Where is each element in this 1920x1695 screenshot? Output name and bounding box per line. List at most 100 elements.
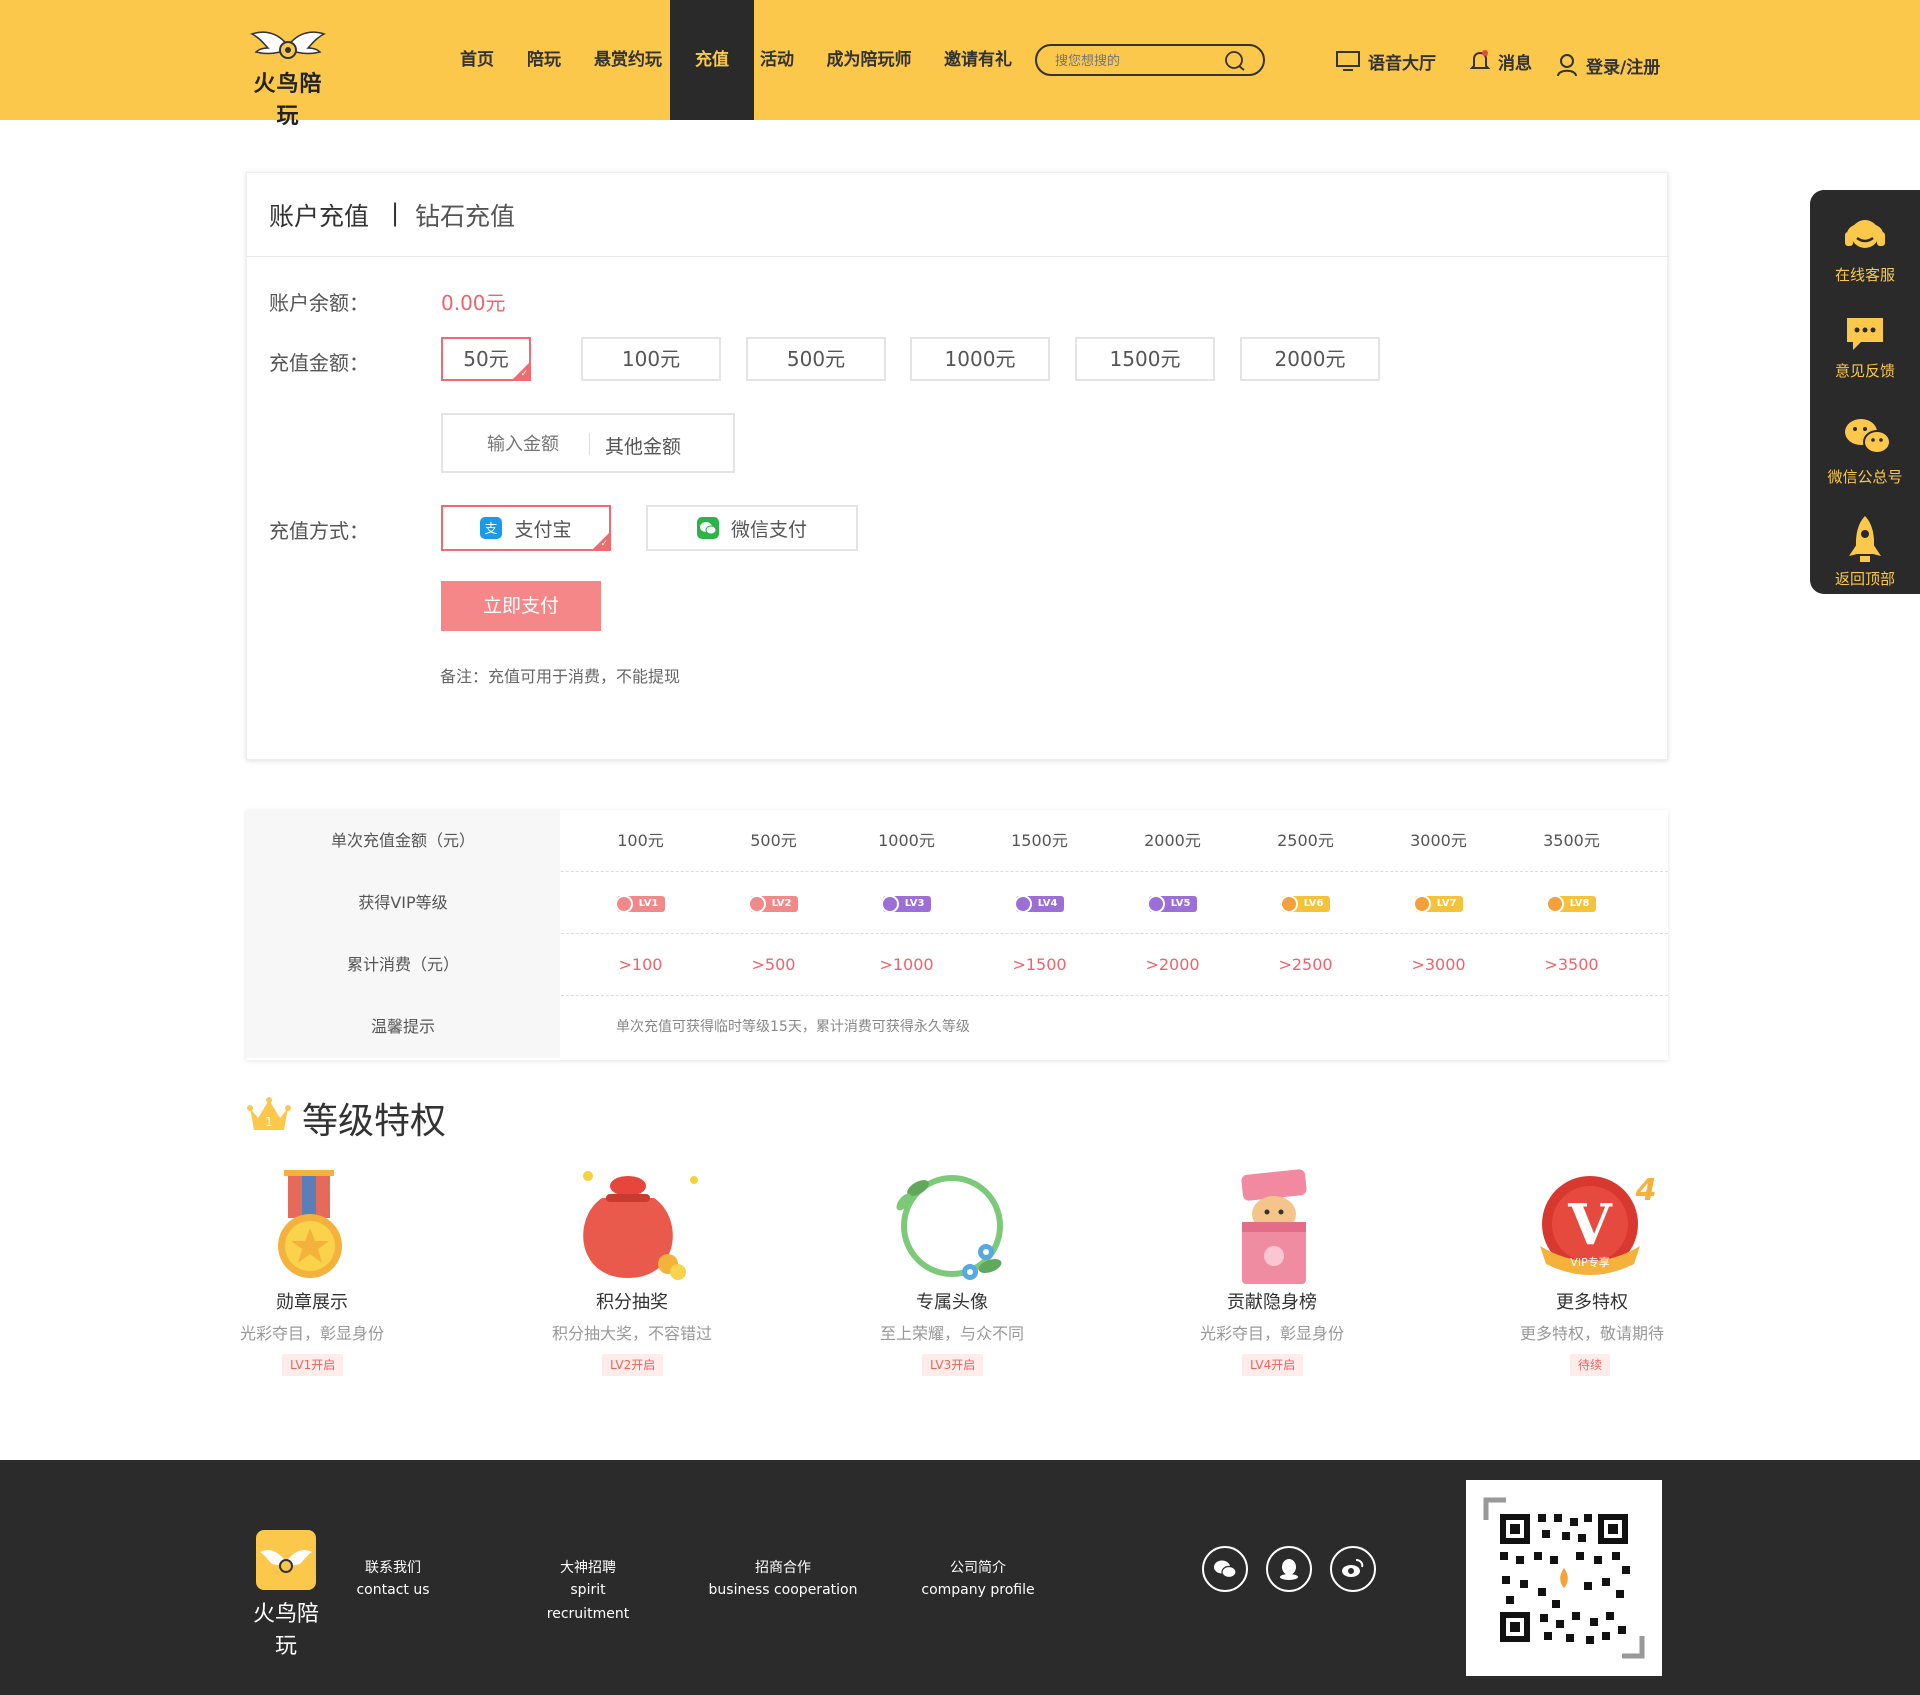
svg-text:V: V — [1567, 1192, 1613, 1258]
footer-link-recruitment[interactable]: 大神招聘 spirit recruitment — [528, 1558, 648, 1626]
search-icon[interactable] — [1223, 49, 1247, 73]
footer-link-cooperation[interactable]: 招商合作 business cooperation — [708, 1558, 858, 1602]
site-logo[interactable]: 火鸟陪玩 — [246, 20, 330, 129]
recharge-card: 账户充值 | 钻石充值 账户余额： 0.00元 充值金额： 50元 ✓ 100元… — [246, 172, 1669, 760]
nav-invite[interactable]: 邀请有礼 — [936, 0, 1020, 120]
alipay-icon: 支 — [480, 517, 503, 539]
sidebar-item-label: 意见反馈 — [1834, 362, 1895, 380]
nav-become-companion[interactable]: 成为陪玩师 — [820, 0, 918, 120]
footer-link-profile[interactable]: 公司简介 company profile — [918, 1558, 1038, 1602]
level-badge-label: LV3 — [904, 897, 925, 909]
check-icon: ✓ — [600, 539, 608, 549]
wechat-icon — [1845, 419, 1891, 454]
search-input[interactable] — [1055, 51, 1215, 71]
row-header: 温馨提示 — [246, 996, 560, 1058]
headset-icon — [1845, 220, 1885, 248]
nav-home[interactable]: 首页 — [452, 0, 502, 120]
amount-option-500[interactable]: 500元 — [746, 337, 886, 381]
privilege-name: 专属头像 — [916, 1292, 988, 1313]
card-subtitle: 钻石充值 — [415, 202, 516, 231]
level-cell: LV6 — [1239, 872, 1372, 934]
privilege-desc: 更多特权，敬请期待 — [1519, 1324, 1664, 1343]
footer-link-zh: 联系我们 — [365, 1560, 421, 1576]
amount-option-2000[interactable]: 2000元 — [1240, 337, 1380, 381]
level-cell: LV8 — [1505, 872, 1638, 934]
alipay-option[interactable]: 支 支付宝 ✓ — [441, 505, 611, 551]
footer-link-en: contact us — [356, 1582, 430, 1598]
level-cell: LV7 — [1372, 872, 1505, 934]
custom-amount-label: 其他金额 — [605, 436, 682, 458]
level-cell: LV1 — [574, 872, 707, 934]
level-badge-label: LV2 — [771, 897, 792, 909]
privileges-title: 等级特权 — [302, 1101, 447, 1142]
wechat-icon — [1214, 1560, 1237, 1579]
sidebar-item-customer-service[interactable]: 在线客服 — [1810, 200, 1920, 296]
cumulative-cell: >3500 — [1544, 955, 1599, 974]
crown-icon: 1 — [247, 1097, 291, 1130]
qr-code-panel — [1466, 1480, 1662, 1676]
amount-cell: 2000元 — [1144, 831, 1201, 850]
level-badge-icon: LV4 — [1013, 894, 1064, 913]
amount-option-label: 100元 — [621, 347, 681, 371]
balance-label: 账户余额： — [269, 291, 369, 315]
footer-link-zh: 招商合作 — [755, 1560, 811, 1576]
table-row: 获得VIP等级 LV1 LV2 LV3 LV4 LV5 LV6 LV7 LV8 — [246, 872, 1668, 934]
voice-hall-label: 语音大厅 — [1368, 53, 1436, 74]
privilege-desc: 光彩夺目，彰显身份 — [1199, 1324, 1344, 1343]
avatar-frame-icon — [896, 1175, 1003, 1280]
card-header: 账户充值 | 钻石充值 — [247, 173, 1669, 257]
level-badge-label: LV6 — [1303, 897, 1324, 909]
vip-badge-text: VIP专享 — [1570, 1255, 1609, 1269]
amount-option-100[interactable]: 100元 — [581, 337, 721, 381]
medal-icon — [278, 1170, 342, 1278]
search-box[interactable] — [1035, 44, 1265, 76]
login-label: 登录/注册 — [1586, 57, 1661, 78]
level-cell: LV5 — [1106, 872, 1239, 934]
svg-text:1: 1 — [265, 1115, 273, 1129]
custom-amount-box[interactable]: 其他金额 — [441, 413, 735, 473]
messages-link[interactable]: 消息 — [1470, 48, 1532, 74]
sidebar-item-back-to-top[interactable]: 返回顶部 — [1810, 504, 1920, 600]
sidebar-item-feedback[interactable]: 意见反馈 — [1810, 296, 1920, 392]
footer-link-zh: 大神招聘 — [560, 1560, 616, 1576]
footer-link-en: spirit recruitment — [546, 1582, 630, 1622]
amount-option-1500[interactable]: 1500元 — [1075, 337, 1215, 381]
vip-level-table: 单次充值金额（元） 100元 500元 1000元 1500元 2000元 25… — [246, 810, 1668, 1060]
level-badge-icon: LV8 — [1545, 894, 1596, 913]
nav-activity[interactable]: 活动 — [754, 0, 800, 120]
nav-companion[interactable]: 陪玩 — [520, 0, 568, 120]
row-header: 单次充值金额（元） — [246, 810, 560, 872]
vip-badge-num: 4 — [1635, 1173, 1657, 1208]
privilege-tag: LV1开启 — [282, 1354, 344, 1376]
privilege-item: V VIP专享 4 更多特权 更多特权，敬请期待 待续 — [1492, 1168, 1692, 1388]
voice-hall-link[interactable]: 语音大厅 — [1336, 48, 1436, 74]
footer-logo[interactable]: 火鸟陪玩 — [246, 1530, 326, 1659]
social-wechat-button[interactable] — [1202, 1546, 1248, 1592]
nav-recharge[interactable]: 充值 — [670, 0, 754, 120]
footer-link-contact[interactable]: 联系我们 contact us — [348, 1558, 438, 1602]
pay-now-button[interactable]: 立即支付 — [441, 581, 601, 631]
sidebar-item-wechat-account[interactable]: 微信公总号 — [1810, 402, 1920, 498]
social-qq-button[interactable] — [1266, 1546, 1312, 1592]
level-badge-label: LV4 — [1037, 897, 1058, 909]
privilege-name: 更多特权 — [1556, 1292, 1628, 1313]
amount-option-1000[interactable]: 1000元 — [910, 337, 1050, 381]
table-row: 温馨提示 单次充值可获得临时等级15天，累计消费可获得永久等级 — [246, 996, 1668, 1058]
balance-value: 0.00元 — [441, 291, 506, 315]
recharge-note: 备注：充值可用于消费，不能提现 — [440, 667, 681, 686]
amount-option-50[interactable]: 50元 ✓ — [441, 337, 531, 381]
vip-badge-icon: V VIP专享 4 — [1540, 1173, 1657, 1275]
custom-amount-input[interactable] — [463, 431, 583, 457]
wechat-pay-option[interactable]: 微信支付 — [646, 505, 858, 551]
gift-box-icon — [1241, 1169, 1307, 1284]
login-link[interactable]: 登录/注册 — [1556, 52, 1660, 78]
privilege-tag: LV4开启 — [1242, 1354, 1304, 1376]
cumulative-cell: >500 — [751, 955, 796, 974]
social-weibo-button[interactable] — [1330, 1546, 1376, 1592]
cumulative-cell: >1000 — [879, 955, 934, 974]
qq-icon — [1280, 1559, 1298, 1580]
footer-logo-box — [256, 1530, 316, 1590]
amount-cell: 100元 — [617, 831, 664, 850]
user-icon — [1557, 54, 1577, 77]
nav-bounty[interactable]: 悬赏约玩 — [588, 0, 668, 120]
